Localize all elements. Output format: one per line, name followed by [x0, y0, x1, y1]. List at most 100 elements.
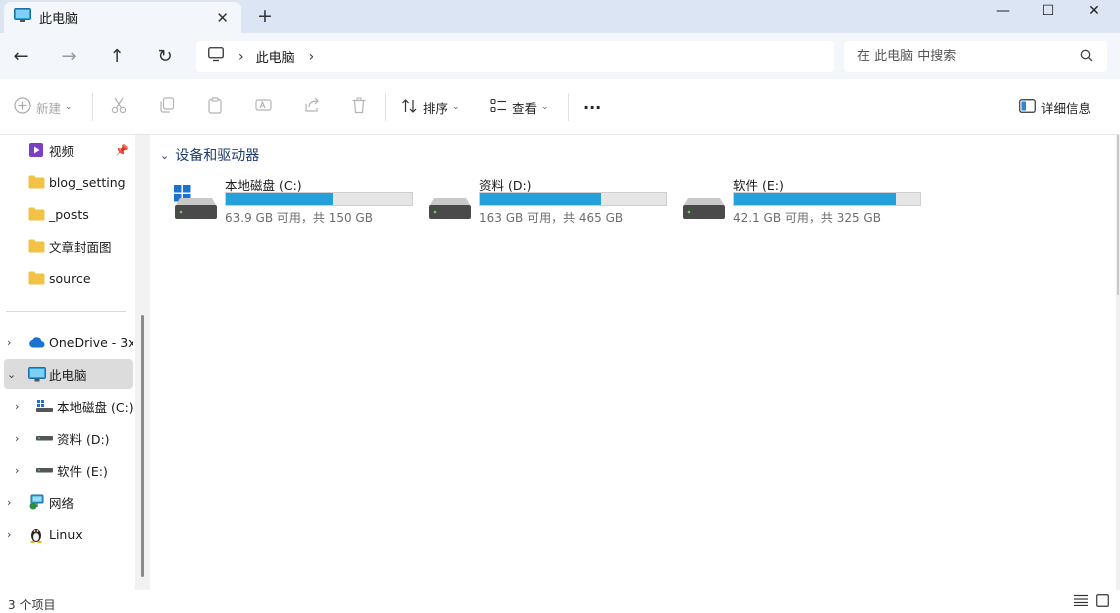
search-input[interactable]: [857, 49, 1067, 64]
sidebar-item-label: blog_setting: [49, 174, 126, 190]
chevron-down-icon[interactable]: ⌄: [7, 368, 17, 381]
copy-icon: [159, 97, 175, 117]
details-pane-icon: [1019, 98, 1036, 116]
chevron-right-icon[interactable]: ›: [7, 528, 17, 541]
breadcrumb-chevron-icon[interactable]: ›: [309, 49, 315, 65]
sidebar-item-network[interactable]: › 网络: [4, 487, 133, 517]
sidebar-item-cover-images[interactable]: 文章封面图: [4, 231, 133, 261]
forward-button[interactable]: →: [56, 44, 82, 68]
clipboard-icon: [207, 96, 223, 118]
folder-icon: [28, 175, 45, 189]
content-scrollbar-thumb[interactable]: [1117, 135, 1119, 295]
copy-button[interactable]: [156, 96, 178, 118]
chevron-down-icon[interactable]: ⌄: [160, 149, 169, 162]
navigation-pane: 视频 📌 blog_setting _posts 文章封面图 source › …: [0, 135, 135, 590]
sidebar-item-drive-c[interactable]: › 本地磁盘 (C:): [4, 391, 133, 421]
refresh-button[interactable]: ↻: [152, 44, 178, 68]
sidebar-item-label: source: [49, 270, 91, 286]
sidebar-item-label: 文章封面图: [49, 239, 112, 255]
sort-arrows-icon: [401, 98, 418, 117]
breadcrumb-this-pc[interactable]: 此电脑: [256, 47, 295, 66]
toolbar-divider: [568, 93, 569, 121]
drive-space-info: 42.1 GB 可用，共 325 GB: [733, 211, 881, 225]
chevron-down-icon: ⌄: [65, 102, 73, 112]
new-button[interactable]: 新建 ⌄: [14, 95, 73, 119]
chevron-right-icon[interactable]: ›: [15, 464, 25, 477]
tab-close-icon[interactable]: ✕: [216, 9, 229, 27]
folder-icon: [28, 271, 45, 285]
back-button[interactable]: ←: [8, 44, 34, 68]
new-label: 新建: [36, 100, 62, 116]
monitor-icon: [14, 8, 31, 27]
tiles-view-icon: [1095, 593, 1109, 611]
sidebar-item-drive-d[interactable]: › 资料 (D:): [4, 423, 133, 453]
content-pane: ⌄ 设备和驱动器 本地磁盘 (C:) 63.9 GB 可用，共 150 GB 资…: [150, 135, 1116, 590]
sidebar-item-source[interactable]: source: [4, 263, 133, 293]
sidebar-item-videos[interactable]: 视频 📌: [4, 135, 133, 165]
sidebar-scrollbar-thumb[interactable]: [141, 315, 144, 577]
sidebar-item-this-pc[interactable]: ⌄ 此电脑: [4, 359, 133, 389]
windows-drive-icon: [174, 185, 218, 223]
drive-tile-c[interactable]: 本地磁盘 (C:) 63.9 GB 可用，共 150 GB: [174, 175, 419, 227]
sidebar-item-posts[interactable]: _posts: [4, 199, 133, 229]
chevron-right-icon[interactable]: ›: [15, 400, 25, 413]
address-bar[interactable]: › 此电脑 ›: [196, 41, 834, 72]
large-icons-view-button[interactable]: [1093, 593, 1111, 611]
chevron-right-icon[interactable]: ›: [7, 496, 17, 509]
monitor-icon: [208, 47, 224, 66]
sidebar-item-drive-e[interactable]: › 软件 (E:): [4, 455, 133, 485]
paste-button[interactable]: [204, 96, 226, 118]
drive-space-info: 63.9 GB 可用，共 150 GB: [225, 211, 373, 225]
pin-icon[interactable]: 📌: [115, 144, 129, 157]
drive-usage-fill: [226, 193, 333, 205]
chevron-down-icon: ⌄: [541, 102, 549, 112]
drive-usage-bar: [479, 192, 667, 206]
close-window-button[interactable]: ✕: [1074, 0, 1114, 22]
tab-this-pc[interactable]: 此电脑 ✕: [4, 2, 241, 33]
share-button[interactable]: [300, 96, 322, 118]
details-pane-button[interactable]: 详细信息: [1019, 95, 1091, 119]
share-icon: [303, 97, 320, 117]
plus-circle-icon: [14, 97, 31, 117]
up-button[interactable]: ↑: [104, 44, 130, 68]
details-label: 详细信息: [1041, 100, 1092, 116]
group-title: 设备和驱动器: [175, 148, 260, 164]
drive-usage-fill: [480, 193, 601, 205]
breadcrumb-chevron-icon[interactable]: ›: [238, 49, 244, 65]
sidebar-item-linux[interactable]: › Linux: [4, 519, 133, 549]
scissors-icon: [111, 97, 127, 118]
chevron-right-icon[interactable]: ›: [15, 432, 25, 445]
sidebar-item-label: 视频: [49, 143, 75, 159]
new-tab-button[interactable]: +: [257, 5, 273, 27]
search-icon[interactable]: [1080, 49, 1093, 66]
content-scrollbar[interactable]: [1116, 135, 1120, 590]
minimize-button[interactable]: —: [983, 0, 1023, 22]
delete-button[interactable]: [348, 96, 370, 118]
search-box[interactable]: [844, 41, 1107, 72]
drive-tile-e[interactable]: 软件 (E:) 42.1 GB 可用，共 325 GB: [682, 175, 927, 227]
sidebar-item-label: OneDrive - 3xs: [49, 334, 133, 350]
command-bar: 新建 ⌄ 排序 ⌄ 查看 ⌄ ··· 详细信息: [0, 79, 1120, 135]
drive-space-info: 163 GB 可用，共 465 GB: [479, 211, 624, 225]
sidebar-item-onedrive[interactable]: › OneDrive - 3xs: [4, 327, 133, 357]
maximize-button[interactable]: ☐: [1028, 0, 1068, 22]
chevron-down-icon: ⌄: [452, 102, 460, 112]
view-button[interactable]: 查看 ⌄: [490, 95, 549, 119]
group-header-devices[interactable]: ⌄ 设备和驱动器: [160, 145, 259, 165]
drive-tile-d[interactable]: 资料 (D:) 163 GB 可用，共 465 GB: [428, 175, 673, 227]
folder-icon: [28, 239, 45, 253]
rename-button[interactable]: [252, 96, 274, 118]
cut-button[interactable]: [108, 96, 130, 118]
windows-drive-icon: [36, 399, 53, 413]
sort-button[interactable]: 排序 ⌄: [401, 95, 460, 119]
drive-usage-bar: [733, 192, 921, 206]
sidebar-item-blog-setting[interactable]: blog_setting: [4, 167, 133, 197]
chevron-right-icon[interactable]: ›: [7, 336, 17, 349]
drive-icon: [36, 434, 53, 442]
more-options-button[interactable]: ···: [583, 95, 601, 119]
sidebar-item-label: 资料 (D:): [57, 431, 110, 447]
details-view-button[interactable]: [1072, 594, 1090, 610]
folder-icon: [28, 207, 45, 221]
view-list-icon: [490, 98, 507, 116]
item-count: 3 个项目: [8, 598, 56, 612]
